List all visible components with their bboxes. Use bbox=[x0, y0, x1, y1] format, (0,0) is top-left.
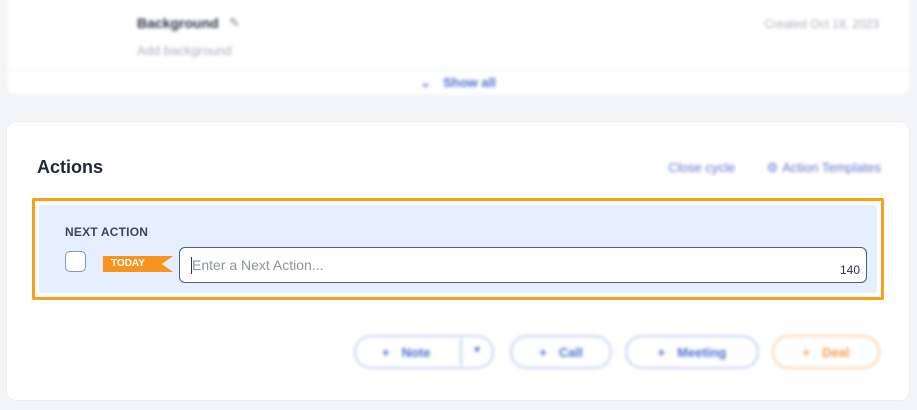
plus-icon: + bbox=[539, 344, 547, 360]
add-background-link[interactable]: Add background bbox=[137, 43, 232, 58]
plus-icon: + bbox=[382, 344, 390, 360]
today-tag[interactable]: TODAY bbox=[103, 256, 173, 272]
pencil-icon[interactable]: ✎ bbox=[229, 15, 243, 30]
call-label: Call bbox=[558, 344, 583, 360]
deal-label: Deal bbox=[822, 344, 850, 360]
divider bbox=[7, 69, 909, 70]
next-action-highlight: NEXT ACTION TODAY 140 bbox=[32, 198, 884, 300]
gear-icon: ⚙ bbox=[766, 160, 779, 175]
add-note-button[interactable]: + Note ▼ bbox=[354, 335, 494, 369]
divider bbox=[460, 339, 462, 365]
action-templates-link[interactable]: ⚙ Action Templates bbox=[767, 160, 881, 175]
add-deal-button[interactable]: + Deal bbox=[772, 335, 880, 369]
chevron-down-icon: ⌄ bbox=[420, 75, 432, 90]
plus-icon: + bbox=[802, 344, 811, 360]
show-all-button[interactable]: ⌄ Show all bbox=[7, 75, 909, 91]
close-cycle-link[interactable]: Close cycle bbox=[668, 160, 734, 175]
next-action-input[interactable] bbox=[180, 248, 866, 282]
created-date: Created Oct 18, 2023 bbox=[764, 17, 879, 31]
show-all-label: Show all bbox=[443, 75, 496, 90]
action-templates-label: Action Templates bbox=[782, 160, 881, 175]
add-meeting-button[interactable]: + Meeting bbox=[625, 335, 759, 369]
char-count: 140 bbox=[839, 263, 860, 277]
background-title: Background bbox=[137, 15, 219, 31]
meeting-label: Meeting bbox=[677, 344, 727, 360]
text-caret bbox=[191, 257, 192, 274]
next-action-panel: NEXT ACTION TODAY 140 bbox=[39, 205, 877, 293]
next-action-label: NEXT ACTION bbox=[65, 225, 149, 239]
actions-title: Actions bbox=[37, 157, 104, 177]
actions-header-links: Close cycle ⚙ Action Templates bbox=[640, 160, 881, 176]
plus-icon: + bbox=[657, 344, 666, 360]
next-action-input-wrap[interactable]: 140 bbox=[179, 247, 867, 283]
next-action-checkbox[interactable] bbox=[65, 251, 86, 272]
add-call-button[interactable]: + Call bbox=[510, 335, 612, 369]
note-label: Note bbox=[401, 344, 431, 360]
background-card: Background ✎ Created Oct 18, 2023 Add ba… bbox=[6, 0, 910, 96]
caret-down-icon[interactable]: ▼ bbox=[472, 345, 482, 356]
